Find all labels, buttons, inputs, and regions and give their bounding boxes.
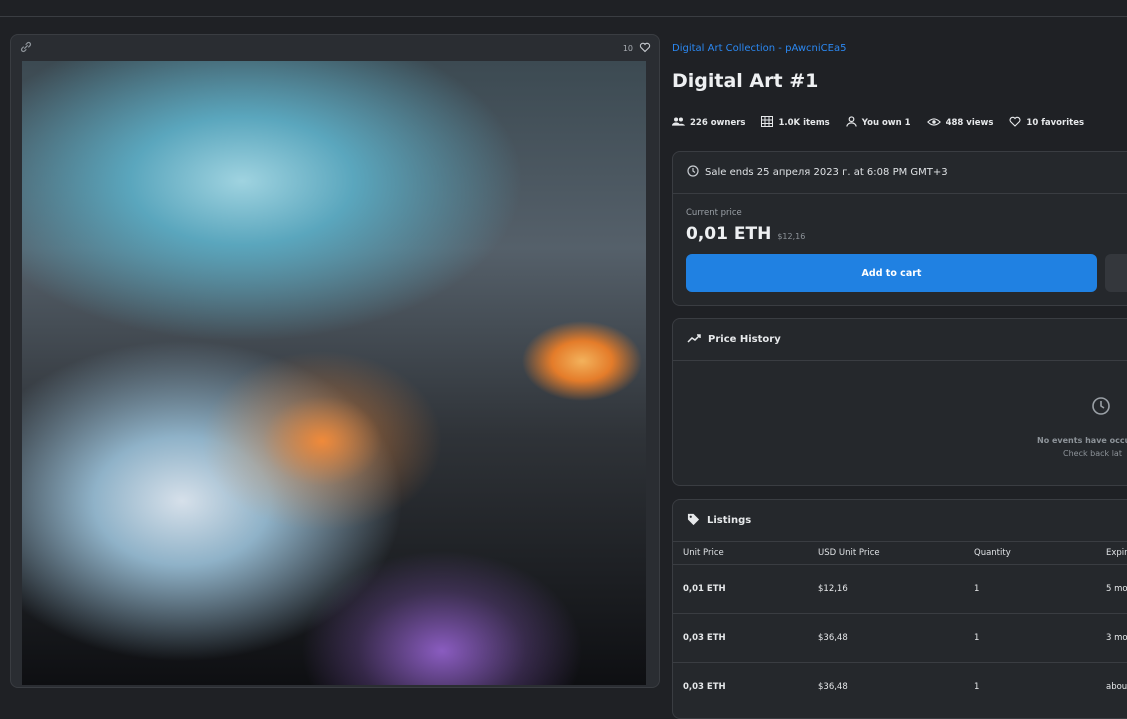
owners-icon xyxy=(672,116,685,130)
owners-label: 226 owners xyxy=(690,118,746,128)
owners-stat[interactable]: 226 owners xyxy=(672,116,745,130)
row-quantity: 1 xyxy=(974,682,980,692)
item-title: Digital Art #1 xyxy=(672,70,819,92)
price-usd: $12,16 xyxy=(777,232,806,241)
favorite-control[interactable]: 10 xyxy=(623,41,651,55)
empty-state-title: No events have occu xyxy=(1037,436,1127,445)
price-eth: 0,01 ETH xyxy=(686,224,772,244)
buy-options-button[interactable] xyxy=(1105,254,1127,292)
table-row: 0,03 ETH $36,48 1 abou xyxy=(673,663,1127,711)
person-icon xyxy=(846,116,857,130)
row-unit-price: 0,03 ETH xyxy=(683,682,726,692)
row-usd-price: $36,48 xyxy=(818,633,848,643)
header-unit-price: Unit Price xyxy=(683,548,724,558)
price-history-panel: Price History No events have occu Check … xyxy=(672,318,1127,486)
you-own-stat: You own 1 xyxy=(846,116,911,130)
items-stat[interactable]: 1.0K items xyxy=(761,116,830,130)
add-to-cart-button[interactable]: Add to cart xyxy=(686,254,1097,292)
listings-table-header: Unit Price USD Unit Price Quantity Expir xyxy=(673,542,1127,565)
clock-icon xyxy=(687,165,699,180)
current-price-label: Current price xyxy=(686,208,742,218)
favorites-count: 10 xyxy=(622,43,633,53)
media-card: 10 xyxy=(10,34,660,688)
top-divider xyxy=(0,16,1127,17)
row-expiration: abou xyxy=(1106,682,1127,692)
favorites-stat[interactable]: 10 favorites xyxy=(1009,116,1084,130)
item-stats: 226 owners 1.0K items You own 1 488 view… xyxy=(672,116,1084,130)
listings-title: Listings xyxy=(707,515,752,526)
row-expiration: 3 mo xyxy=(1106,633,1127,643)
sale-ends-text: Sale ends 25 апреля 2023 г. at 6:08 PM G… xyxy=(705,167,948,178)
tag-icon xyxy=(687,513,700,529)
you-own-label: You own 1 xyxy=(861,118,911,128)
price-row: 0,01 ETH $12,16 xyxy=(686,224,805,244)
price-history-title: Price History xyxy=(708,334,781,345)
views-label: 488 views xyxy=(945,118,994,128)
eye-icon xyxy=(926,117,941,130)
items-label: 1.0K items xyxy=(778,118,830,128)
favorites-label: 10 favorites xyxy=(1026,118,1085,128)
views-stat: 488 views xyxy=(926,116,994,130)
link-icon[interactable] xyxy=(19,39,33,58)
table-row: 0,03 ETH $36,48 1 3 mo xyxy=(673,614,1127,663)
sale-header: Sale ends 25 апреля 2023 г. at 6:08 PM G… xyxy=(673,152,1127,194)
listings-panel: Listings Unit Price USD Unit Price Quant… xyxy=(672,499,1127,719)
heart-icon[interactable] xyxy=(639,41,651,55)
header-expiration: Expir xyxy=(1106,548,1127,558)
row-usd-price: $12,16 xyxy=(818,584,848,594)
trend-icon xyxy=(687,333,701,346)
empty-state-subtitle: Check back lat xyxy=(1063,449,1122,458)
header-quantity: Quantity xyxy=(974,548,1011,558)
price-history-header[interactable]: Price History xyxy=(673,319,1127,361)
row-unit-price: 0,03 ETH xyxy=(683,633,726,643)
sale-panel: Sale ends 25 апреля 2023 г. at 6:08 PM G… xyxy=(672,151,1127,306)
row-expiration: 5 mo xyxy=(1106,584,1127,594)
listings-header[interactable]: Listings xyxy=(673,500,1127,542)
clock-icon xyxy=(1091,396,1111,420)
artwork-image[interactable] xyxy=(22,61,646,685)
row-unit-price: 0,01 ETH xyxy=(683,584,726,594)
row-usd-price: $36,48 xyxy=(818,682,848,692)
media-toolbar: 10 xyxy=(11,35,659,61)
heart-icon xyxy=(1009,116,1021,130)
header-usd-unit-price: USD Unit Price xyxy=(818,548,880,558)
row-quantity: 1 xyxy=(974,584,980,594)
table-row: 0,01 ETH $12,16 1 5 mo xyxy=(673,565,1127,614)
row-quantity: 1 xyxy=(974,633,980,643)
collection-link[interactable]: Digital Art Collection - pAwcniCEa5 xyxy=(672,43,846,54)
grid-icon xyxy=(761,116,774,130)
